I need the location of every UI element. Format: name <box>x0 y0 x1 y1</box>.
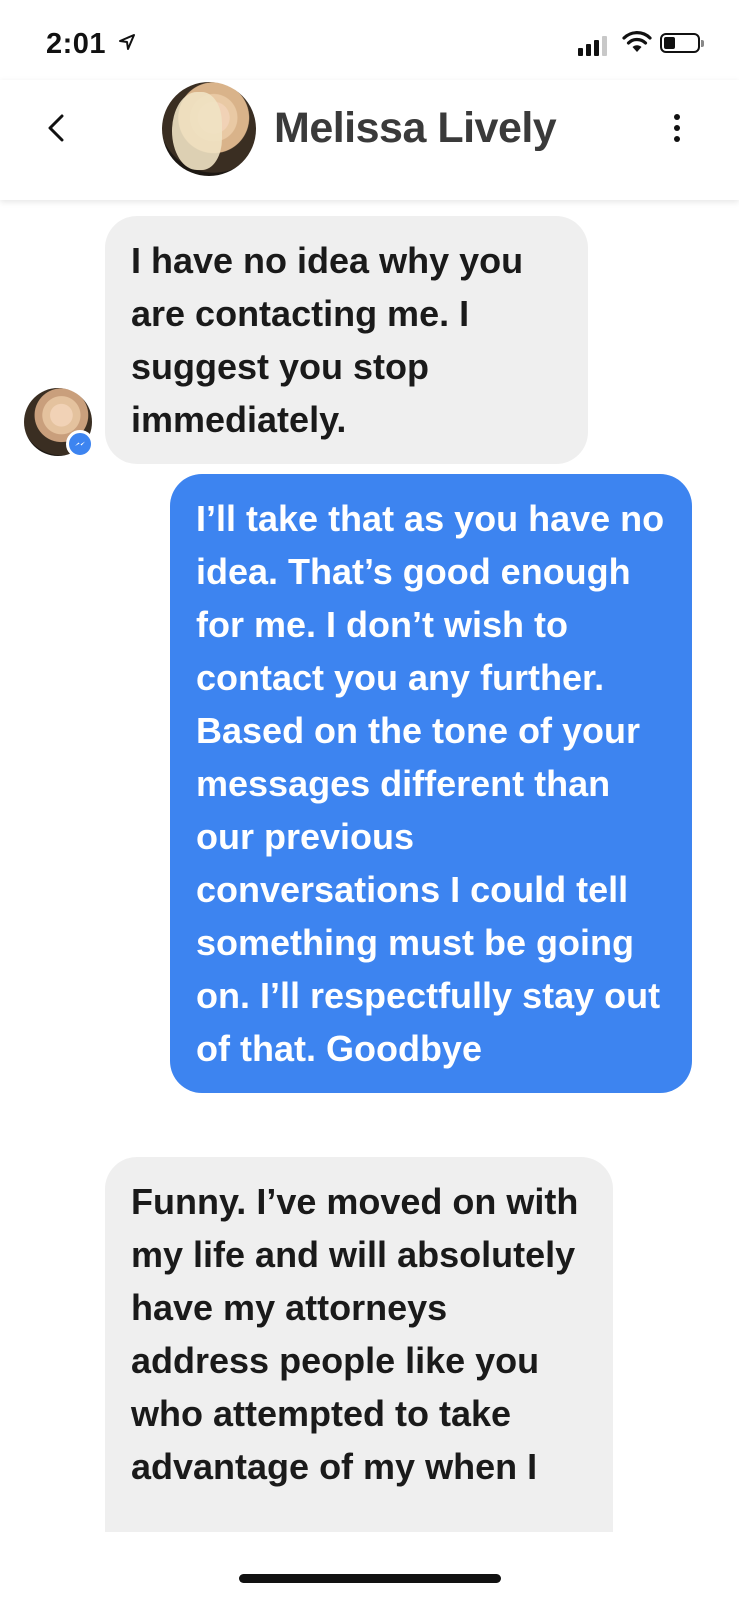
home-indicator[interactable] <box>239 1574 501 1583</box>
messenger-bolt-icon <box>75 441 85 446</box>
messenger-badge-icon <box>66 430 94 458</box>
contact-name[interactable]: Melissa Lively <box>274 104 557 153</box>
cellular-signal-icon <box>578 34 607 56</box>
bottom-bar <box>0 1532 739 1600</box>
battery-icon <box>660 33 704 53</box>
conversation-header: Melissa Lively <box>0 80 739 200</box>
status-bar: 2:01 <box>0 0 739 80</box>
more-vertical-icon[interactable] <box>665 108 689 148</box>
location-arrow-icon <box>119 34 135 50</box>
message-bubble-outgoing[interactable]: I’ll take that as you have no idea. That… <box>170 474 692 1093</box>
message-bubble-incoming[interactable]: I have no idea why you are contacting me… <box>105 216 588 464</box>
message-bubble-incoming[interactable]: Funny. I’ve moved on with my life and wi… <box>105 1157 613 1532</box>
status-time: 2:01 <box>46 28 107 60</box>
wifi-icon <box>622 31 652 52</box>
chevron-left-icon[interactable] <box>40 108 76 148</box>
contact-avatar[interactable] <box>162 82 256 176</box>
